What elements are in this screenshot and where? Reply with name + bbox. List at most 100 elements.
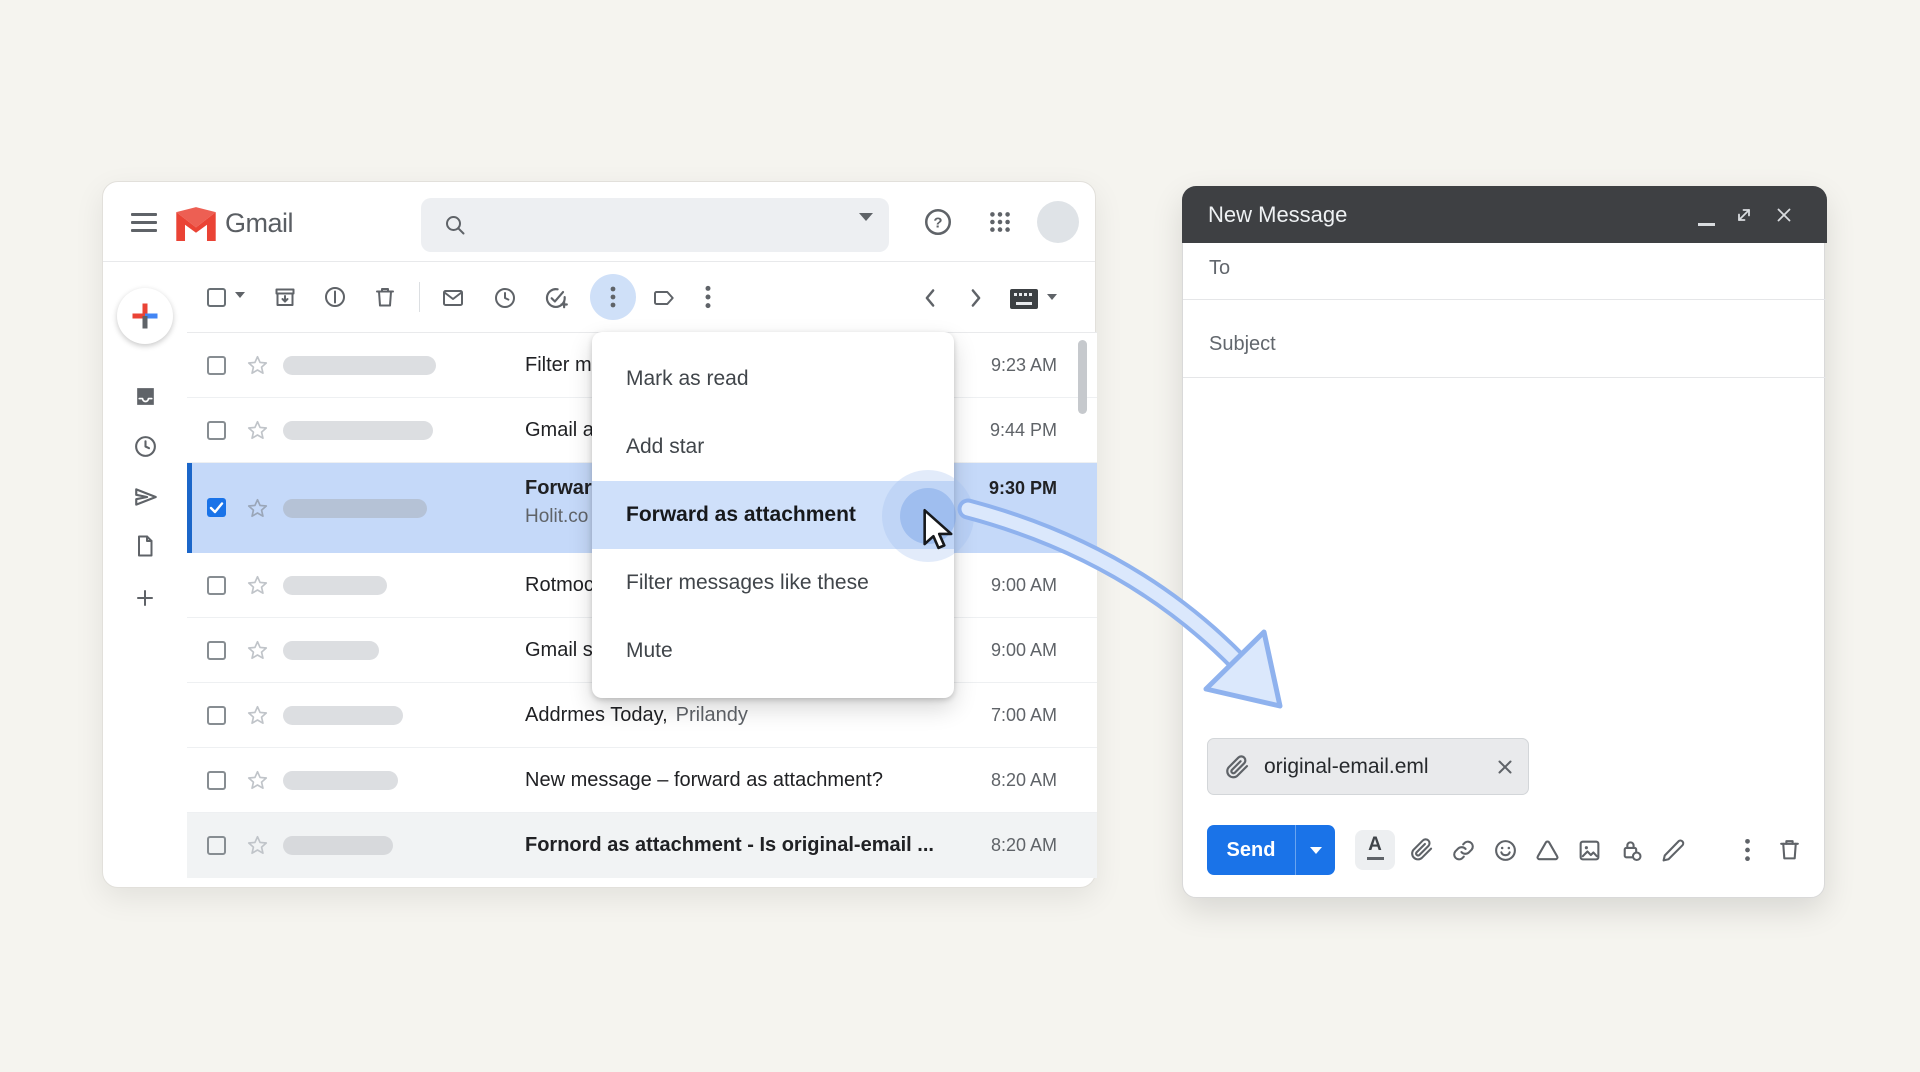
star-icon[interactable] (245, 353, 270, 378)
star-icon[interactable] (245, 638, 270, 663)
star-icon[interactable] (245, 573, 270, 598)
attachment-filename: original-email.eml (1264, 739, 1429, 794)
email-time: 9:23 AM (937, 333, 1057, 398)
menu-item-filter-messages[interactable]: Filter messages like these (592, 549, 954, 617)
compose-button[interactable] (117, 288, 173, 344)
menu-item-mute[interactable]: Mute (592, 617, 954, 685)
toolbar-divider (419, 282, 420, 312)
send-button-group: Send (1207, 825, 1335, 875)
checkbox[interactable] (207, 576, 226, 595)
star-icon[interactable] (245, 833, 270, 858)
subject-field[interactable]: Subject (1209, 333, 1276, 356)
attach-files-paperclip-icon[interactable] (1409, 837, 1434, 862)
table-row[interactable]: New message – forward as attachment? 8:2… (187, 748, 1097, 813)
email-time: 9:00 AM (937, 553, 1057, 618)
input-keyboard-icon[interactable] (1009, 288, 1039, 310)
delete-trash-icon[interactable] (373, 285, 397, 309)
select-all-checkbox[interactable] (207, 288, 226, 307)
checkbox[interactable] (207, 356, 226, 375)
svg-text:?: ? (933, 214, 942, 231)
insert-emoji-icon[interactable] (1493, 838, 1518, 863)
email-subject: Gmail s (525, 618, 593, 683)
checkbox[interactable] (207, 641, 226, 660)
more-options-icon[interactable] (1743, 837, 1752, 863)
three-dot-vertical-icon (607, 285, 619, 309)
drafts-document-icon[interactable] (133, 534, 157, 558)
archive-icon[interactable] (273, 285, 297, 309)
insert-from-drive-icon[interactable] (1535, 838, 1560, 863)
more-labels-plus-icon[interactable] (133, 586, 157, 610)
email-time: 9:00 AM (937, 618, 1057, 683)
sender-placeholder-bar (283, 421, 433, 440)
compose-plus-icon (130, 301, 160, 331)
check-icon (207, 498, 226, 517)
checkbox[interactable] (207, 836, 226, 855)
report-spam-icon[interactable] (323, 285, 347, 309)
inbox-icon[interactable] (133, 384, 158, 409)
sender-placeholder-bar (283, 836, 393, 855)
gmail-header: Gmail ? (103, 182, 1095, 262)
discard-draft-trash-icon[interactable] (1777, 837, 1802, 862)
table-row[interactable]: Fornord as attachment - Is original-emai… (187, 813, 1097, 878)
keyboard-caret-icon[interactable] (1047, 294, 1057, 300)
paperclip-icon (1224, 754, 1250, 780)
more-overflow-icon[interactable] (703, 284, 713, 310)
email-subject: Gmail a (525, 398, 594, 463)
minimize-icon[interactable] (1698, 223, 1715, 226)
star-icon[interactable] (245, 703, 270, 728)
sent-icon[interactable] (133, 484, 159, 510)
star-icon[interactable] (245, 496, 270, 521)
checkbox[interactable] (207, 706, 226, 725)
avatar[interactable] (1037, 201, 1079, 243)
insert-photo-icon[interactable] (1577, 838, 1602, 863)
help-icon[interactable]: ? (923, 207, 953, 237)
search-options-caret-icon[interactable] (859, 213, 873, 221)
add-to-tasks-icon[interactable] (543, 285, 569, 311)
star-icon[interactable] (245, 418, 270, 443)
email-time: 8:20 AM (937, 748, 1057, 813)
sender-placeholder-bar (283, 499, 427, 518)
to-field[interactable]: To (1209, 257, 1230, 280)
apps-grid-icon[interactable] (987, 209, 1013, 235)
newer-chevron-left-icon[interactable] (921, 288, 939, 308)
sender-placeholder-bar (283, 771, 398, 790)
compose-header[interactable]: New Message (1182, 186, 1827, 243)
compose-title: New Message (1208, 186, 1347, 243)
insert-signature-pen-icon[interactable] (1661, 838, 1686, 863)
checkbox-checked[interactable] (207, 498, 226, 517)
pop-out-expand-icon[interactable] (1734, 205, 1754, 225)
insert-link-icon[interactable] (1451, 838, 1476, 863)
scrollbar[interactable] (1078, 340, 1087, 414)
snoozed-clock-icon[interactable] (133, 434, 158, 459)
confidential-mode-icon[interactable] (1619, 838, 1644, 863)
search-input[interactable] (421, 198, 889, 252)
formatting-options-button[interactable]: A (1355, 830, 1395, 870)
remove-attachment-close-icon[interactable] (1496, 758, 1514, 776)
checkbox[interactable] (207, 771, 226, 790)
menu-item-mark-as-read[interactable]: Mark as read (592, 345, 954, 413)
select-options-caret-icon[interactable] (235, 292, 245, 298)
older-chevron-right-icon[interactable] (967, 288, 985, 308)
email-time: 8:20 AM (937, 813, 1057, 878)
more-actions-active-highlight[interactable] (590, 274, 636, 320)
email-time: 7:00 AM (937, 683, 1057, 748)
hamburger-menu-icon[interactable] (131, 213, 157, 232)
label-icon[interactable] (651, 286, 677, 310)
email-snippet: Prilandy (676, 704, 748, 726)
snooze-clock-icon[interactable] (493, 286, 517, 310)
search-icon (443, 213, 467, 237)
menu-item-add-star[interactable]: Add star (592, 413, 954, 481)
mark-unread-envelope-icon[interactable] (441, 286, 465, 310)
sender-placeholder-bar (283, 706, 403, 725)
star-icon[interactable] (245, 768, 270, 793)
close-icon[interactable] (1774, 205, 1794, 225)
gmail-window: Gmail ? (102, 181, 1096, 888)
attachment-chip[interactable]: original-email.eml (1207, 738, 1529, 795)
send-button[interactable]: Send (1207, 825, 1295, 875)
sender-placeholder-bar (283, 576, 387, 595)
message-body-field[interactable] (1183, 378, 1826, 733)
email-subject: Filter m (525, 333, 592, 398)
checkbox[interactable] (207, 421, 226, 440)
send-options-button[interactable] (1295, 825, 1335, 875)
email-subject: New message – forward as attachment? (525, 748, 883, 813)
